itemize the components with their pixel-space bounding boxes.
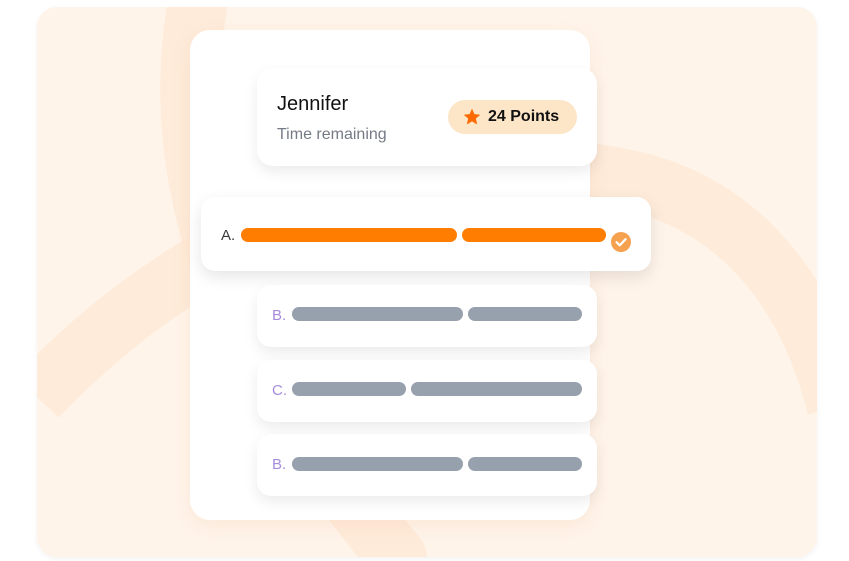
player-name: Jennifer [277, 93, 349, 115]
option-letter: C. [272, 382, 287, 399]
time-remaining-label: Time remaining [277, 126, 387, 143]
answer-option-b-second[interactable]: B. [257, 434, 597, 496]
points-value: 24 Points [488, 108, 560, 125]
answer-text-placeholder [468, 457, 582, 471]
answer-text-placeholder [468, 307, 582, 321]
answer-text-placeholder [292, 307, 463, 321]
player-card: Jennifer Time remaining 24 Points [257, 68, 597, 166]
answer-option-b[interactable]: B. [257, 285, 597, 347]
answer-option-a[interactable]: A. [201, 197, 651, 271]
option-letter: A. [221, 227, 236, 244]
answer-option-c[interactable]: C. [257, 360, 597, 422]
star-icon [463, 108, 481, 125]
answer-text-placeholder [241, 228, 457, 242]
answer-text-placeholder [292, 457, 463, 471]
answer-text-placeholder [462, 228, 606, 242]
answer-text-placeholder [292, 382, 406, 396]
option-letter: B. [272, 307, 287, 324]
option-letter: B. [272, 456, 287, 473]
answer-text-placeholder [411, 382, 582, 396]
points-badge: 24 Points [448, 100, 577, 134]
check-icon [611, 232, 631, 252]
